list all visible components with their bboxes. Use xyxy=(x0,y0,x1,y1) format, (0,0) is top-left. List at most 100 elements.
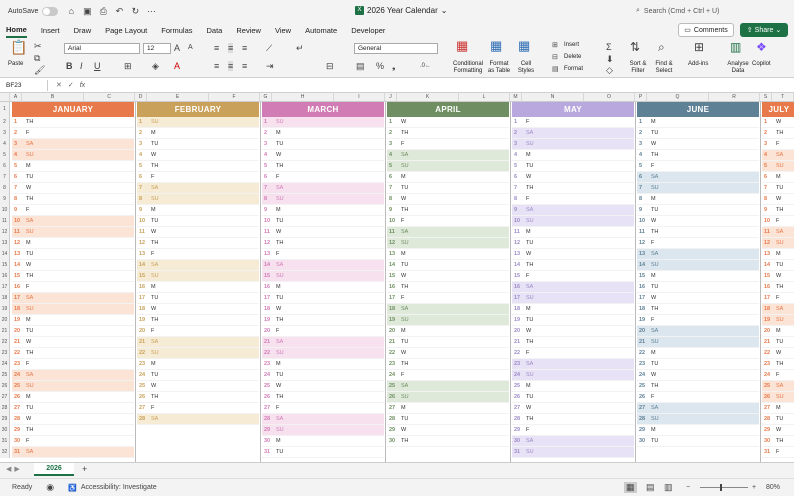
day-row[interactable]: 31 SU xyxy=(512,447,634,458)
find-select-button[interactable]: Find & Select xyxy=(652,61,676,75)
day-row[interactable]: 22 F xyxy=(512,348,634,359)
day-row[interactable]: 7 SA xyxy=(262,183,384,194)
row-header[interactable]: 14 xyxy=(0,249,10,260)
cut-icon[interactable]: ✂ xyxy=(34,41,42,51)
increase-decimal-icon[interactable]: .0← xyxy=(420,61,431,71)
row-header[interactable]: 26 xyxy=(0,381,10,392)
day-row[interactable]: 24 F xyxy=(762,370,794,381)
day-row[interactable]: 20 F xyxy=(262,326,384,337)
row-header[interactable]: 19 xyxy=(0,304,10,315)
day-row[interactable]: 21 SU xyxy=(637,337,759,348)
day-row[interactable]: 30 M xyxy=(262,436,384,447)
day-row[interactable]: 1 TH xyxy=(12,117,134,128)
day-row[interactable]: 17 F xyxy=(387,293,509,304)
row-header[interactable]: 23 xyxy=(0,348,10,359)
day-row[interactable]: 4 SA xyxy=(762,150,794,161)
borders-icon[interactable]: ⊞ xyxy=(124,61,132,71)
day-row[interactable]: 19 TH xyxy=(137,315,259,326)
day-row[interactable]: 21 TH xyxy=(512,337,634,348)
column-header[interactable]: O xyxy=(584,93,635,102)
column-header[interactable]: S xyxy=(760,93,772,102)
row-header[interactable]: 17 xyxy=(0,282,10,293)
day-row[interactable]: 16 F xyxy=(12,282,134,293)
day-row[interactable]: 25 SA xyxy=(762,381,794,392)
day-row[interactable]: 24 W xyxy=(637,370,759,381)
day-row[interactable]: 27 M xyxy=(762,403,794,414)
day-row[interactable]: 6M xyxy=(387,172,509,183)
day-row[interactable]: 5F xyxy=(637,161,759,172)
day-row[interactable]: 18 SU xyxy=(12,304,134,315)
day-row[interactable]: 10 TU xyxy=(262,216,384,227)
day-row[interactable]: 25 W xyxy=(262,381,384,392)
day-row[interactable]: 30 TU xyxy=(637,436,759,447)
day-row[interactable]: 7W xyxy=(12,183,134,194)
macro-record-icon[interactable]: ◉ xyxy=(46,482,54,493)
day-row[interactable]: 25 SA xyxy=(387,381,509,392)
row-header[interactable]: 30 xyxy=(0,425,10,436)
tab-view[interactable]: View xyxy=(275,24,291,37)
row-header[interactable]: 7 xyxy=(0,172,10,183)
day-row[interactable]: 3 SU xyxy=(512,139,634,150)
day-row[interactable]: 4 SA xyxy=(387,150,509,161)
day-row[interactable]: 26 SU xyxy=(762,392,794,403)
day-row[interactable]: 15 SU xyxy=(262,271,384,282)
day-row[interactable]: 29 W xyxy=(762,425,794,436)
tab-home[interactable]: Home xyxy=(6,23,27,38)
row-header[interactable]: 10 xyxy=(0,205,10,216)
day-row[interactable]: 12 TH xyxy=(262,238,384,249)
share-button[interactable]: ⇪ Share ⌄ xyxy=(740,23,788,37)
day-row[interactable]: 11 M xyxy=(512,227,634,238)
clipboard-icon[interactable]: 📋 xyxy=(10,40,27,54)
day-row[interactable]: 6 TU xyxy=(12,172,134,183)
day-row[interactable]: 10 SA xyxy=(12,216,134,227)
day-row[interactable]: 28 TU xyxy=(387,414,509,425)
column-header[interactable]: T xyxy=(772,93,794,102)
day-row[interactable]: 21 SA xyxy=(262,337,384,348)
home-icon[interactable]: ⌂ xyxy=(66,6,76,16)
day-row[interactable]: 19 TH xyxy=(262,315,384,326)
row-header[interactable]: 12 xyxy=(0,227,10,238)
row-header[interactable]: 21 xyxy=(0,326,10,337)
day-row[interactable]: 16 M xyxy=(262,282,384,293)
day-row[interactable]: 10 F xyxy=(387,216,509,227)
tab-developer[interactable]: Developer xyxy=(351,24,385,37)
row-header[interactable]: 9 xyxy=(0,194,10,205)
number-format-select[interactable]: General xyxy=(354,43,438,54)
day-row[interactable]: 8F xyxy=(512,194,634,205)
day-row[interactable]: 20 SA xyxy=(637,326,759,337)
column-header[interactable]: H xyxy=(272,93,334,102)
align-middle-icon[interactable]: ≡ xyxy=(228,43,234,53)
save-icon[interactable]: ▣ xyxy=(82,6,92,16)
day-row[interactable]: 28 TH xyxy=(512,414,634,425)
font-name-select[interactable]: Arial xyxy=(64,43,140,54)
increase-font-icon[interactable]: A xyxy=(174,43,180,53)
addins-button[interactable]: Add-ins xyxy=(688,61,708,68)
format-button[interactable]: Format xyxy=(564,66,583,73)
row-header[interactable]: 22 xyxy=(0,337,10,348)
align-right-icon[interactable]: ≡ xyxy=(242,61,247,71)
zoom-slider-handle[interactable] xyxy=(720,484,722,491)
day-row[interactable]: 8W xyxy=(762,194,794,205)
day-row[interactable]: 26 TU xyxy=(512,392,634,403)
day-row[interactable]: 27 M xyxy=(387,403,509,414)
day-row[interactable]: 5 SU xyxy=(387,161,509,172)
tab-page-layout[interactable]: Page Layout xyxy=(105,24,147,37)
day-row[interactable]: 28 SA xyxy=(137,414,259,425)
day-row[interactable]: 13 F xyxy=(137,249,259,260)
month-header[interactable]: JANUARY xyxy=(12,102,134,117)
day-row[interactable]: 15 W xyxy=(387,271,509,282)
day-row[interactable]: 13 SA xyxy=(637,249,759,260)
day-row[interactable]: 2 TH xyxy=(387,128,509,139)
day-row[interactable]: 6 SA xyxy=(637,172,759,183)
row-header[interactable]: 24 xyxy=(0,359,10,370)
paste-button[interactable]: Paste xyxy=(8,61,23,68)
day-row[interactable]: 22 W xyxy=(387,348,509,359)
day-row[interactable]: 15 W xyxy=(762,271,794,282)
day-row[interactable]: 2F xyxy=(12,128,134,139)
indent-icon[interactable]: ⇥ xyxy=(266,61,274,71)
day-row[interactable]: 9 TU xyxy=(637,205,759,216)
day-row[interactable]: 4 SU xyxy=(12,150,134,161)
column-header[interactable]: R xyxy=(709,93,760,102)
align-left-icon[interactable]: ≡ xyxy=(214,61,219,71)
page-layout-icon[interactable]: ▤ xyxy=(646,482,655,493)
